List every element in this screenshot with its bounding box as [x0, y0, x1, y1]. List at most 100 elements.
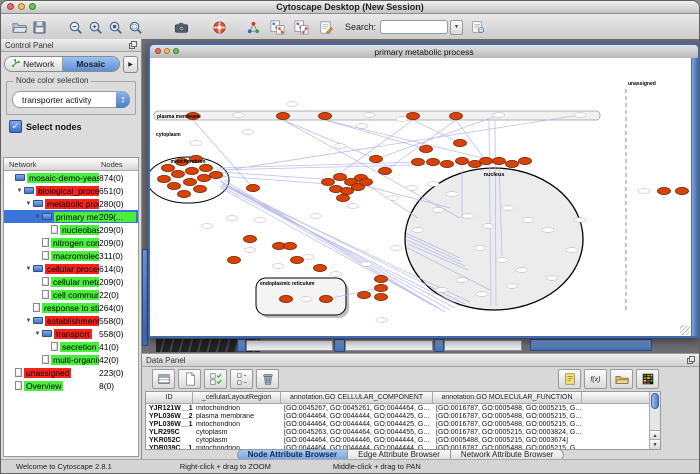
network-node-selected[interactable]	[358, 291, 371, 298]
network-node-selected[interactable]	[420, 145, 433, 152]
table-row[interactable]: YJR121W__1mitochondrion[GO:0045267, GO:0…	[146, 404, 660, 412]
disclosure-triangle-icon[interactable]: ▼	[33, 214, 42, 220]
network-node-selected[interactable]	[375, 293, 388, 300]
network-node[interactable]	[390, 246, 402, 251]
table-row[interactable]: YKR052Ccytoplasm[GO:0044464, GO:0044446,…	[146, 436, 660, 444]
tree-item-response-to-stimulu[interactable]: response to stimulu264(0)	[4, 301, 138, 314]
network-node[interactable]	[476, 292, 488, 297]
tree-item-nitrogen-compo[interactable]: nitrogen compo209(0)	[4, 236, 138, 249]
new-attribute-icon[interactable]	[178, 369, 201, 389]
network-node[interactable]	[226, 216, 238, 221]
column-header[interactable]: _cellularLayoutRegion	[193, 392, 281, 403]
network-node[interactable]	[232, 113, 244, 118]
column-header[interactable]: annotation.GO MOLECULAR_FUNCTION	[433, 392, 582, 403]
tree-item-macromolecule[interactable]: macromolecule311(0)	[4, 249, 138, 262]
heatmap-icon[interactable]	[636, 369, 659, 389]
close-button[interactable]	[7, 3, 14, 10]
tree-item-secretion[interactable]: secretion41(0)	[4, 340, 138, 353]
network-node[interactable]	[272, 264, 284, 269]
network-node[interactable]	[190, 141, 202, 146]
network-node[interactable]	[406, 186, 418, 191]
tree-item-metabolic-process[interactable]: ▼metabolic process280(0)	[4, 197, 138, 210]
network-node-selected[interactable]	[184, 178, 197, 185]
open-icon[interactable]	[9, 17, 29, 37]
network-node-selected[interactable]	[407, 112, 420, 119]
network-node[interactable]	[432, 208, 444, 213]
network-node[interactable]	[242, 130, 254, 135]
network-node[interactable]	[300, 297, 312, 302]
network-node-selected[interactable]	[277, 112, 290, 119]
network-node[interactable]	[496, 258, 508, 263]
network-node-selected[interactable]	[334, 173, 347, 180]
tree-item-establishment-of-lo[interactable]: ▼establishment of lo558(0)	[4, 314, 138, 327]
tree-item-cellular-metabo[interactable]: cellular metabo209(0)	[4, 275, 138, 288]
network-node-selected[interactable]	[194, 185, 207, 192]
tree-item-cell-communicat[interactable]: cell communicat22(0)	[4, 288, 138, 301]
tree-item-overview[interactable]: Overview8(0)	[4, 379, 138, 392]
network-node-selected[interactable]	[519, 157, 532, 164]
save-icon[interactable]	[29, 17, 49, 37]
network-node-selected[interactable]	[379, 167, 392, 174]
unselect-attributes-icon[interactable]	[230, 369, 253, 389]
main-titlebar[interactable]: Cytoscape Desktop (New Session)	[1, 1, 699, 14]
tab-network[interactable]: Network	[5, 57, 62, 71]
tree-header-nodes[interactable]: Nodes	[101, 160, 138, 169]
network-node[interactable]	[360, 262, 372, 267]
subnet-all-icon[interactable]	[267, 17, 287, 37]
tree-item-mosaic-demo-yeast[interactable]: mosaic-demo-yeast874(0)	[4, 171, 138, 184]
network-node[interactable]	[574, 113, 586, 118]
network-window-titlebar[interactable]: primary metabolic process	[150, 45, 698, 59]
network-node-selected[interactable]	[506, 160, 519, 167]
tree-item-multi-organism-pro[interactable]: multi-organism pro42(0)	[4, 353, 138, 366]
network-edge[interactable]	[220, 176, 328, 184]
network-node-selected[interactable]	[314, 264, 327, 271]
network-node[interactable]	[244, 248, 256, 253]
help-icon[interactable]	[209, 17, 229, 37]
column-header[interactable]: annotation.GO CELLULAR_COMPONENT	[281, 392, 433, 403]
network-node[interactable]	[566, 248, 578, 253]
network-node[interactable]	[387, 196, 399, 201]
resize-grip[interactable]	[680, 325, 690, 335]
network-node-selected[interactable]	[158, 175, 171, 182]
network-node[interactable]	[638, 189, 650, 194]
network-node[interactable]	[363, 113, 375, 118]
network-node-selected[interactable]	[375, 275, 388, 282]
disclosure-triangle-icon[interactable]: ▼	[24, 318, 33, 324]
network-node[interactable]	[201, 224, 213, 229]
table-row[interactable]: YPL036W__2plasma membrane[GO:0044464, GO…	[146, 412, 660, 420]
tab-overflow-button[interactable]: ▶	[123, 56, 138, 73]
network-node[interactable]	[522, 218, 534, 223]
zoom-region-icon[interactable]	[125, 17, 145, 37]
network-node-selected[interactable]	[244, 235, 257, 242]
network-node-selected[interactable]	[186, 167, 199, 174]
import-table-icon[interactable]	[610, 369, 633, 389]
network-node[interactable]	[310, 214, 322, 219]
network-node[interactable]	[302, 255, 314, 260]
network-node-selected[interactable]	[493, 157, 506, 164]
network-node-selected[interactable]	[168, 182, 181, 189]
network-view-svg[interactable]: plasma membranecytoplasmmitochondrionnuc…	[150, 58, 691, 336]
network-node-selected[interactable]	[412, 158, 425, 165]
minimize-button[interactable]	[164, 48, 170, 54]
delete-attribute-icon[interactable]	[256, 369, 279, 389]
network-node-selected[interactable]	[441, 160, 454, 167]
network-node[interactable]	[412, 228, 424, 233]
network-node[interactable]	[330, 272, 342, 277]
network-node-selected[interactable]	[198, 174, 211, 181]
network-node[interactable]	[493, 113, 505, 118]
network-node-selected[interactable]	[427, 158, 440, 165]
network-edge[interactable]	[218, 172, 338, 180]
formula-icon[interactable]: f(x)	[584, 369, 607, 389]
network-node-selected[interactable]	[200, 164, 213, 171]
network-node-selected[interactable]	[284, 242, 297, 249]
search-input[interactable]	[380, 20, 448, 34]
select-nodes-checkbox[interactable]: ✓	[9, 120, 22, 133]
network-node[interactable]	[506, 284, 518, 289]
subnet-sel-icon[interactable]	[291, 17, 311, 37]
column-header[interactable]: ID	[146, 392, 193, 403]
network-node[interactable]	[462, 214, 474, 219]
float-panel-icon[interactable]	[687, 356, 695, 364]
network-node[interactable]	[356, 124, 368, 129]
search-dropdown-arrow-icon[interactable]: ▼	[450, 20, 463, 35]
network-node-selected[interactable]	[450, 112, 463, 119]
